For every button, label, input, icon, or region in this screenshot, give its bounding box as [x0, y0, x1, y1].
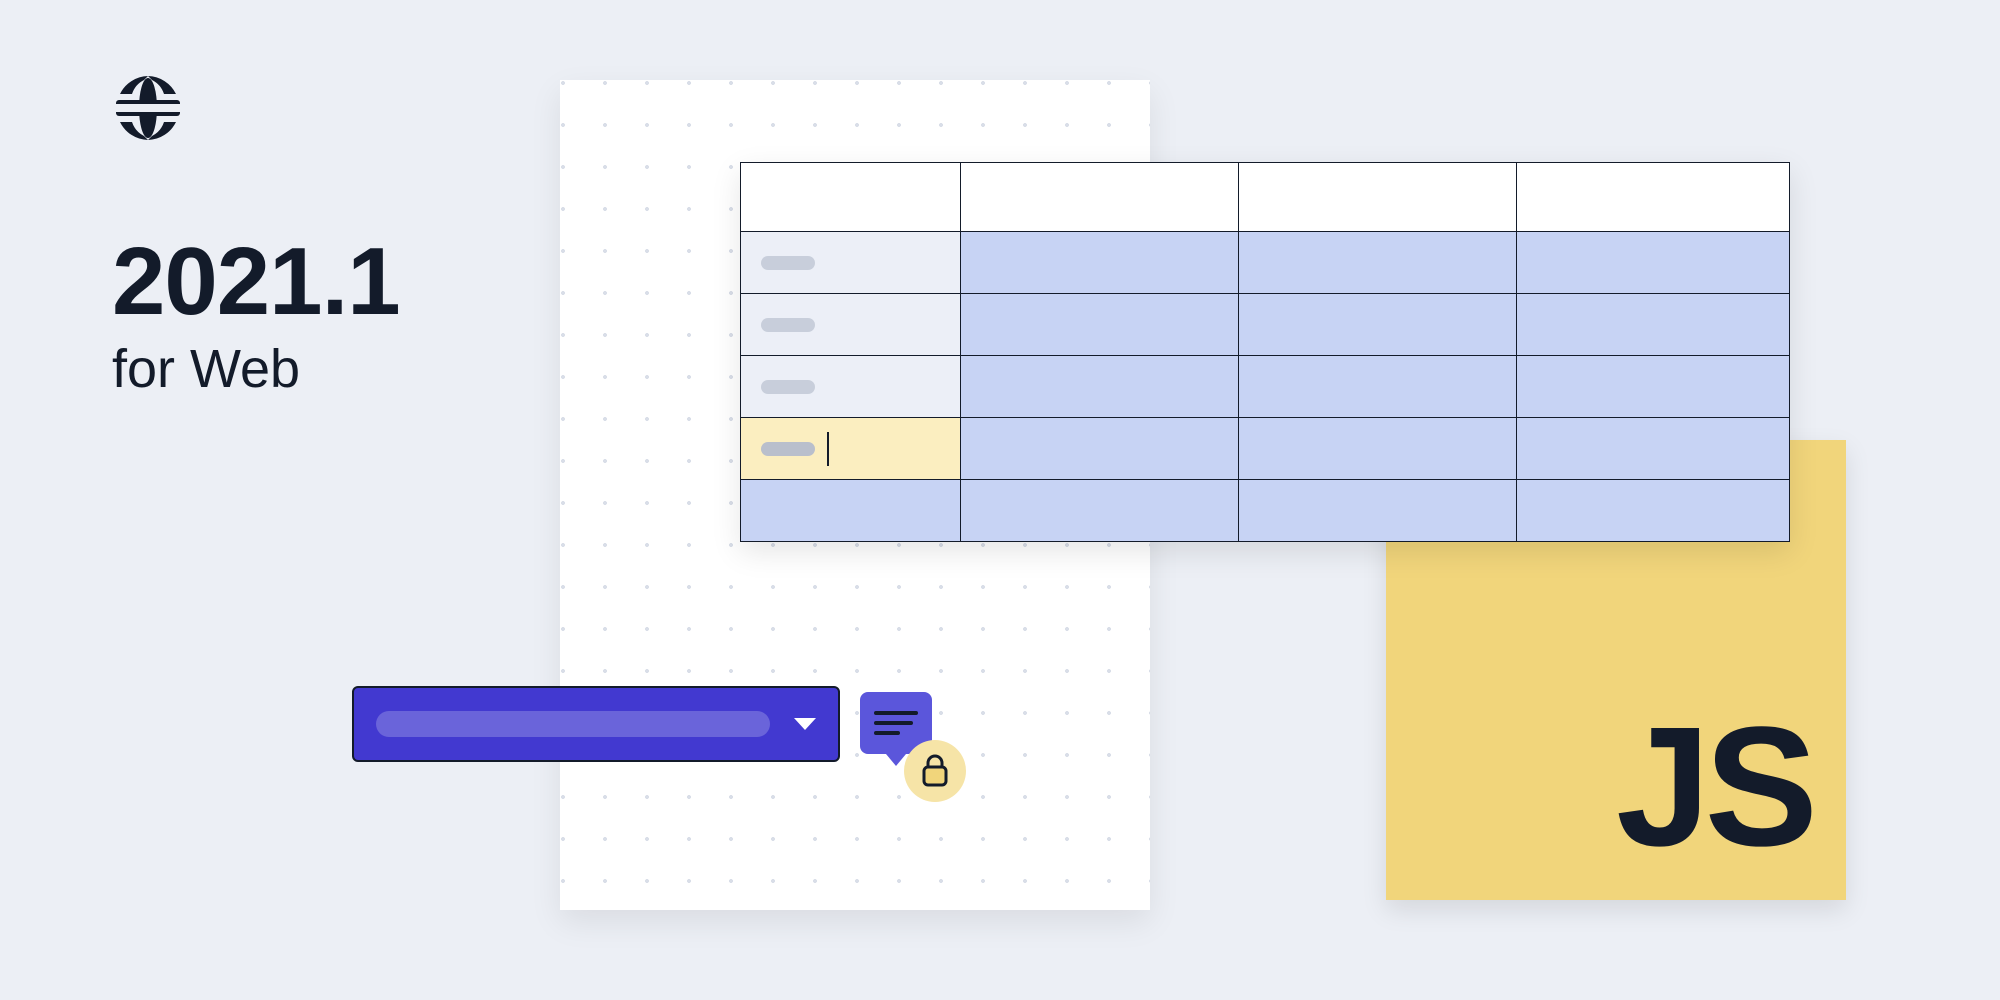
- row-label-cell[interactable]: [741, 231, 961, 293]
- data-cell[interactable]: [961, 293, 1239, 355]
- data-cell[interactable]: [961, 479, 1239, 541]
- header-cell: [1239, 163, 1517, 231]
- header-cell: [741, 163, 961, 231]
- label-placeholder: [761, 380, 815, 394]
- data-cell[interactable]: [1239, 355, 1517, 417]
- table-row[interactable]: [741, 479, 1789, 541]
- data-cell[interactable]: [961, 231, 1239, 293]
- data-cell[interactable]: [1517, 231, 1789, 293]
- data-cell[interactable]: [961, 355, 1239, 417]
- data-cell[interactable]: [961, 417, 1239, 479]
- data-cell[interactable]: [1517, 479, 1789, 541]
- chevron-down-icon: [794, 718, 816, 730]
- data-cell[interactable]: [1239, 417, 1517, 479]
- row-label-cell[interactable]: [741, 293, 961, 355]
- table-row-active[interactable]: [741, 417, 1789, 479]
- spreadsheet-table: [740, 162, 1790, 542]
- table-row[interactable]: [741, 231, 1789, 293]
- header-cell: [1517, 163, 1789, 231]
- row-label-cell-editing[interactable]: [741, 417, 961, 479]
- data-cell[interactable]: [1517, 293, 1789, 355]
- text-cursor: [827, 432, 829, 466]
- dropdown-button[interactable]: [352, 686, 840, 762]
- label-placeholder: [761, 256, 815, 270]
- lock-icon: [920, 754, 950, 788]
- header-cell: [961, 163, 1239, 231]
- globe-icon: [114, 74, 182, 142]
- dropdown-value-placeholder: [376, 711, 770, 737]
- text-line-icon: [874, 711, 918, 715]
- table-row[interactable]: [741, 293, 1789, 355]
- version-title: 2021.1: [112, 234, 400, 330]
- table-header-row: [741, 163, 1789, 231]
- label-placeholder: [761, 442, 815, 456]
- data-cell[interactable]: [1239, 293, 1517, 355]
- js-label: JS: [1616, 702, 1812, 872]
- row-label-cell[interactable]: [741, 355, 961, 417]
- data-cell[interactable]: [1517, 355, 1789, 417]
- row-label-cell[interactable]: [741, 479, 961, 541]
- label-placeholder: [761, 318, 815, 332]
- table-row[interactable]: [741, 355, 1789, 417]
- lock-badge: [904, 740, 966, 802]
- locked-comment[interactable]: [860, 692, 960, 802]
- text-line-icon: [874, 721, 913, 725]
- data-cell[interactable]: [1517, 417, 1789, 479]
- headline: 2021.1 for Web: [112, 234, 400, 400]
- version-subtitle: for Web: [112, 338, 400, 400]
- data-cell[interactable]: [1239, 231, 1517, 293]
- data-cell[interactable]: [1239, 479, 1517, 541]
- text-line-icon: [874, 731, 900, 735]
